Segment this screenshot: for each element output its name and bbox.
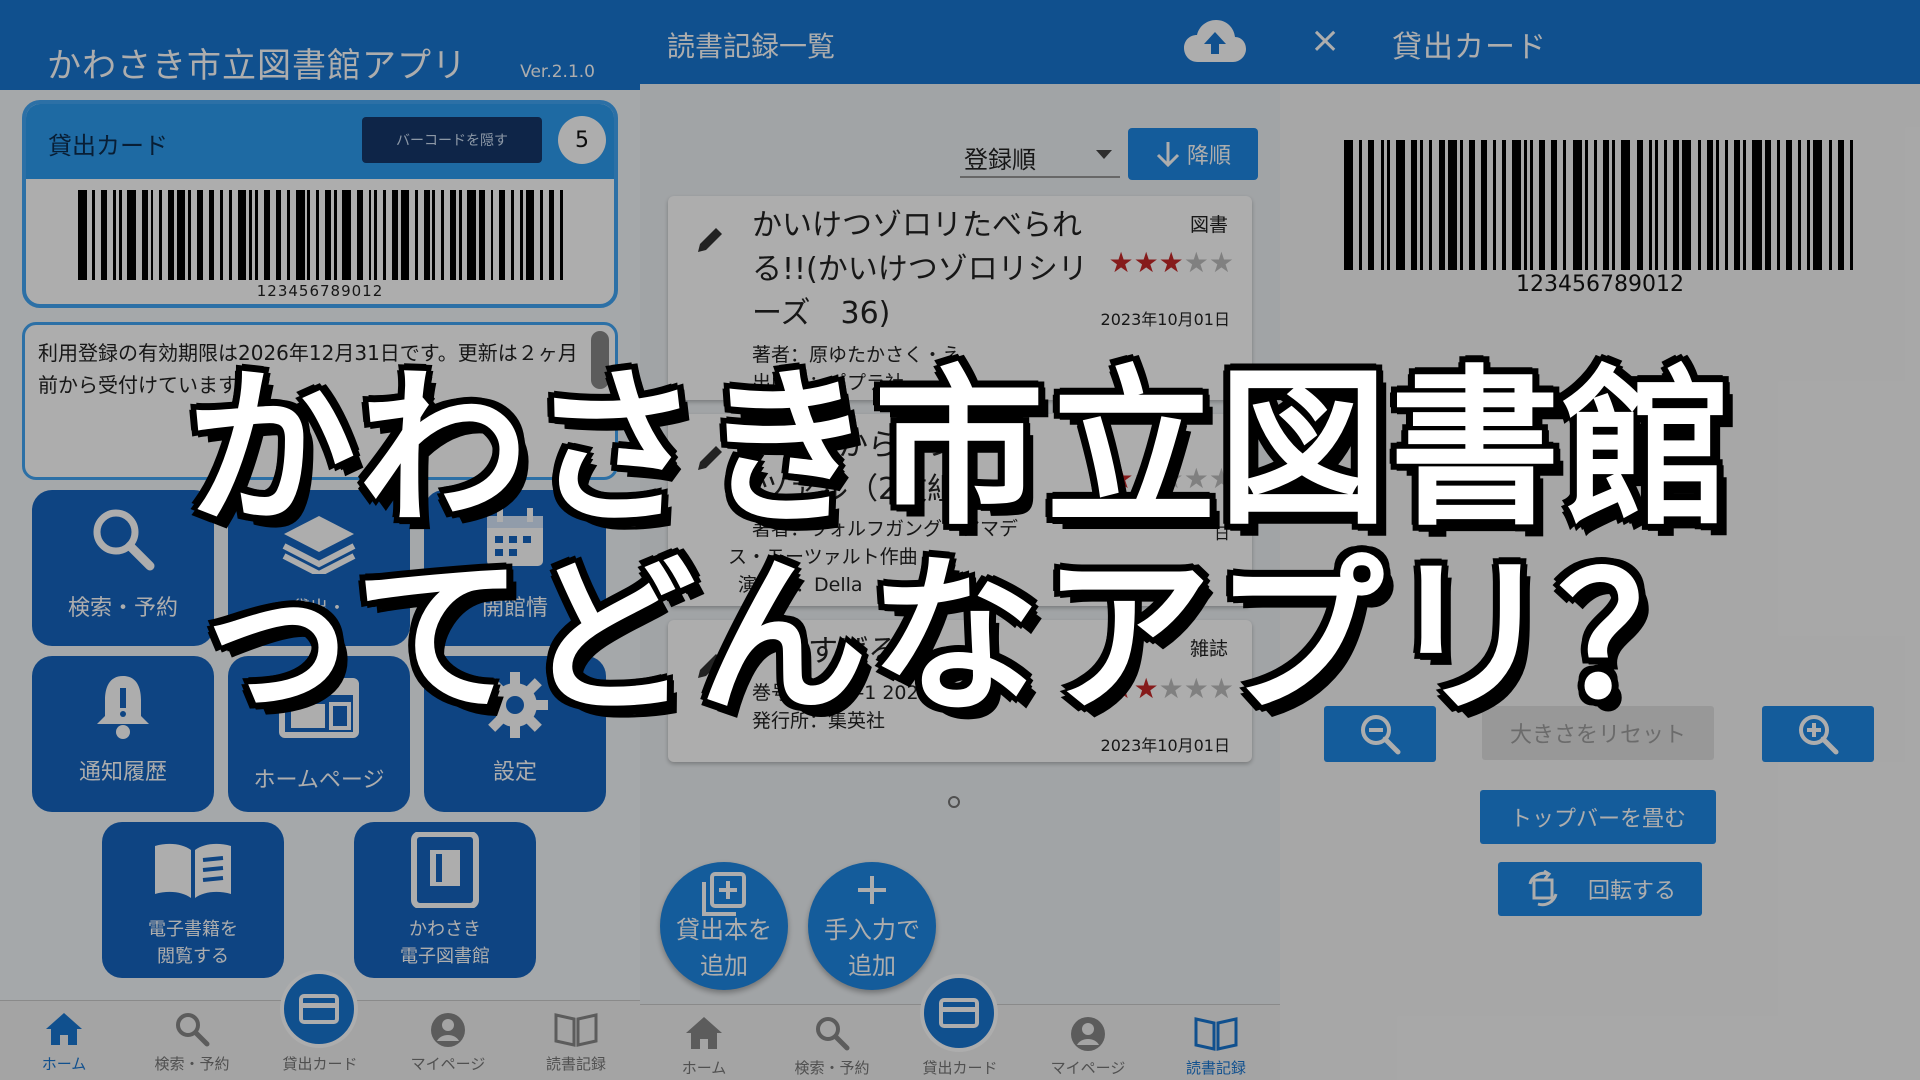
headline-line1: かわさき市立図書館 <box>185 351 1734 549</box>
headline-line2: ってどんなアプリ？ <box>190 539 1730 737</box>
